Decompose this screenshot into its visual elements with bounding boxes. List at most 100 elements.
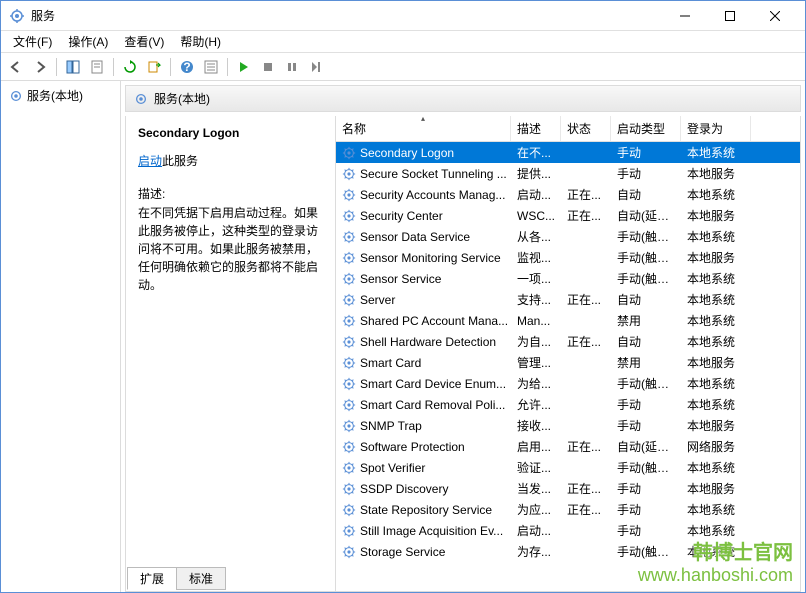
menu-help[interactable]: 帮助(H) bbox=[172, 31, 229, 52]
start-service-button[interactable] bbox=[233, 56, 255, 78]
tab-extended[interactable]: 扩展 bbox=[127, 567, 177, 590]
app-icon bbox=[9, 8, 25, 24]
service-startup: 手动(触发... bbox=[611, 228, 681, 245]
service-desc: 启动... bbox=[511, 522, 561, 539]
service-row[interactable]: Sensor Monitoring Service监视...手动(触发...本地… bbox=[336, 247, 800, 268]
service-desc: 当发... bbox=[511, 480, 561, 497]
services-icon bbox=[9, 89, 23, 103]
pause-service-button[interactable] bbox=[281, 56, 303, 78]
service-logon: 本地服务 bbox=[681, 207, 751, 224]
panel-header: 服务(本地) bbox=[125, 85, 801, 112]
service-status: 正在... bbox=[561, 480, 611, 497]
services-icon bbox=[134, 92, 148, 106]
column-name[interactable]: 名称▴ bbox=[336, 116, 511, 141]
service-logon: 本地系统 bbox=[681, 522, 751, 539]
restart-service-button[interactable] bbox=[305, 56, 327, 78]
service-name: Sensor Data Service bbox=[360, 230, 470, 244]
service-startup: 自动(延迟... bbox=[611, 438, 681, 455]
service-desc: 为应... bbox=[511, 501, 561, 518]
show-hide-tree-button[interactable] bbox=[62, 56, 84, 78]
service-logon: 本地系统 bbox=[681, 396, 751, 413]
toolbar-separator bbox=[113, 58, 114, 76]
service-icon bbox=[342, 314, 356, 328]
service-logon: 本地系统 bbox=[681, 375, 751, 392]
column-startup[interactable]: 启动类型 bbox=[611, 116, 681, 141]
service-row[interactable]: Sensor Service一项...手动(触发...本地系统 bbox=[336, 268, 800, 289]
service-icon bbox=[342, 230, 356, 244]
properties-icon[interactable] bbox=[200, 56, 222, 78]
column-desc[interactable]: 描述 bbox=[511, 116, 561, 141]
service-logon: 本地系统 bbox=[681, 501, 751, 518]
service-desc: 在不... bbox=[511, 144, 561, 161]
service-row[interactable]: Security CenterWSC...正在...自动(延迟...本地服务 bbox=[336, 205, 800, 226]
service-row[interactable]: Shared PC Account Mana...Man...禁用本地系统 bbox=[336, 310, 800, 331]
service-name: Secure Socket Tunneling ... bbox=[360, 167, 507, 181]
service-row[interactable]: Software Protection启用...正在...自动(延迟...网络服… bbox=[336, 436, 800, 457]
service-row[interactable]: State Repository Service为应...正在...手动本地系统 bbox=[336, 499, 800, 520]
service-desc: 启动... bbox=[511, 186, 561, 203]
service-icon bbox=[342, 482, 356, 496]
column-status[interactable]: 状态 bbox=[561, 116, 611, 141]
service-name: Server bbox=[360, 293, 395, 307]
tree-root-item[interactable]: 服务(本地) bbox=[5, 85, 116, 106]
menu-action[interactable]: 操作(A) bbox=[60, 31, 116, 52]
refresh-button[interactable] bbox=[119, 56, 141, 78]
service-icon bbox=[342, 440, 356, 454]
service-desc: Man... bbox=[511, 314, 561, 328]
service-row[interactable]: Secondary Logon在不...手动本地系统 bbox=[336, 142, 800, 163]
tab-standard[interactable]: 标准 bbox=[176, 567, 226, 590]
service-desc: 允许... bbox=[511, 396, 561, 413]
help-button[interactable]: ? bbox=[176, 56, 198, 78]
start-link[interactable]: 启动 bbox=[138, 154, 162, 168]
service-name: Shell Hardware Detection bbox=[360, 335, 496, 349]
service-row[interactable]: Server支持...正在...自动本地系统 bbox=[336, 289, 800, 310]
service-logon: 本地服务 bbox=[681, 417, 751, 434]
service-row[interactable]: Still Image Acquisition Ev...启动...手动本地系统 bbox=[336, 520, 800, 541]
service-row[interactable]: SNMP Trap接收...手动本地服务 bbox=[336, 415, 800, 436]
service-row[interactable]: Smart Card Removal Poli...允许...手动本地系统 bbox=[336, 394, 800, 415]
list-body[interactable]: Secondary Logon在不...手动本地系统Secure Socket … bbox=[336, 142, 800, 591]
service-icon bbox=[342, 272, 356, 286]
export-button[interactable] bbox=[143, 56, 165, 78]
menu-view[interactable]: 查看(V) bbox=[116, 31, 172, 52]
service-row[interactable]: Sensor Data Service从各...手动(触发...本地系统 bbox=[336, 226, 800, 247]
back-button[interactable] bbox=[5, 56, 27, 78]
service-icon bbox=[342, 545, 356, 559]
tree-panel: 服务(本地) bbox=[1, 81, 121, 592]
forward-button[interactable] bbox=[29, 56, 51, 78]
service-row[interactable]: Security Accounts Manag...启动...正在...自动本地… bbox=[336, 184, 800, 205]
service-startup: 手动 bbox=[611, 501, 681, 518]
service-status: 正在... bbox=[561, 207, 611, 224]
sort-indicator-icon: ▴ bbox=[421, 116, 425, 123]
service-startup: 手动 bbox=[611, 480, 681, 497]
service-row[interactable]: Smart Card管理...禁用本地服务 bbox=[336, 352, 800, 373]
toolbar-separator bbox=[227, 58, 228, 76]
content-split: Secondary Logon 启动此服务 描述: 在不同凭据下启用启动过程。如… bbox=[125, 116, 801, 592]
service-row[interactable]: Secure Socket Tunneling ...提供...手动本地服务 bbox=[336, 163, 800, 184]
service-row[interactable]: Spot Verifier验证...手动(触发...本地系统 bbox=[336, 457, 800, 478]
start-service-link-row: 启动此服务 bbox=[138, 152, 323, 169]
maximize-button[interactable] bbox=[707, 2, 752, 30]
minimize-button[interactable] bbox=[662, 2, 707, 30]
service-desc: 监视... bbox=[511, 249, 561, 266]
close-button[interactable] bbox=[752, 2, 797, 30]
service-icon bbox=[342, 398, 356, 412]
service-row[interactable]: SSDP Discovery当发...正在...手动本地服务 bbox=[336, 478, 800, 499]
column-logon[interactable]: 登录为 bbox=[681, 116, 751, 141]
service-row[interactable]: Smart Card Device Enum...为给...手动(触发...本地… bbox=[336, 373, 800, 394]
service-startup: 手动(触发... bbox=[611, 270, 681, 287]
window-title: 服务 bbox=[31, 7, 662, 24]
stop-service-button[interactable] bbox=[257, 56, 279, 78]
service-row[interactable]: Shell Hardware Detection为自...正在...自动本地系统 bbox=[336, 331, 800, 352]
service-logon: 本地系统 bbox=[681, 543, 751, 560]
service-startup: 手动(触发... bbox=[611, 375, 681, 392]
service-logon: 本地系统 bbox=[681, 186, 751, 203]
service-startup: 手动(触发... bbox=[611, 459, 681, 476]
menubar: 文件(F) 操作(A) 查看(V) 帮助(H) bbox=[1, 31, 805, 53]
service-logon: 本地服务 bbox=[681, 480, 751, 497]
service-row[interactable]: Storage Service为存...手动(触发...本地系统 bbox=[336, 541, 800, 562]
properties-button[interactable] bbox=[86, 56, 108, 78]
service-status: 正在... bbox=[561, 291, 611, 308]
menu-file[interactable]: 文件(F) bbox=[5, 31, 60, 52]
service-icon bbox=[342, 167, 356, 181]
